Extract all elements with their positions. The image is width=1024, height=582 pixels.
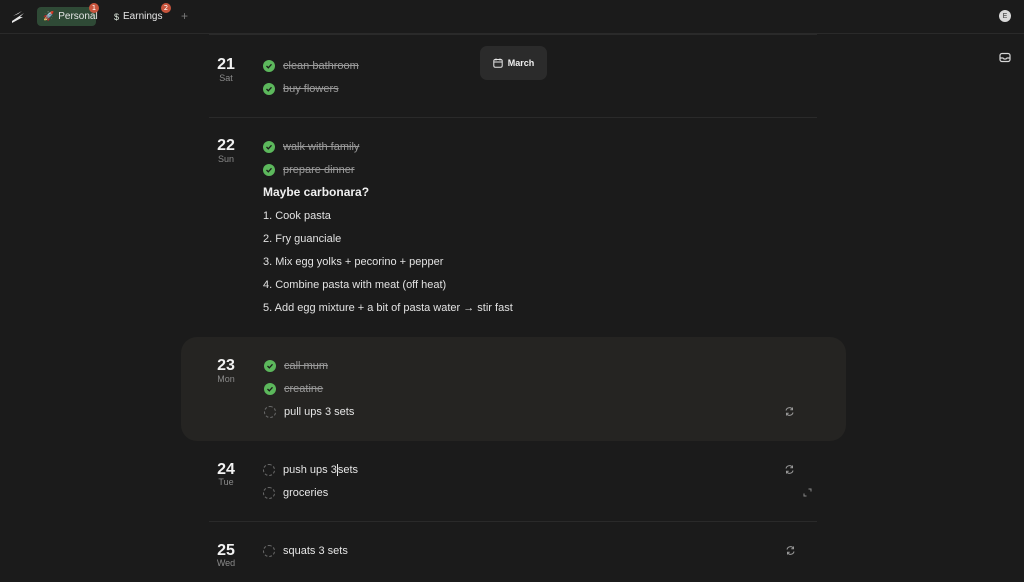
note-list-item[interactable]: 4. Combine pasta with meat (off heat) — [263, 279, 446, 291]
note-list-item[interactable]: 3. Mix egg yolks + pecorino + pepper — [263, 256, 443, 268]
dollar-icon: $ — [114, 11, 120, 22]
tab-personal[interactable]: 🚀 Personal 1 — [37, 3, 99, 26]
tab-earnings[interactable]: $ Earnings 2 — [108, 3, 171, 26]
day-name: Wed — [216, 558, 236, 568]
task-text: walk with family — [283, 141, 360, 153]
day-divider — [209, 521, 817, 522]
checkmark-icon[interactable] — [264, 383, 276, 395]
app-logo-icon[interactable] — [9, 8, 27, 26]
calendar-icon — [493, 58, 503, 68]
task-item[interactable]: groceries — [263, 485, 328, 501]
note-heading[interactable]: Maybe carbonara? — [263, 185, 369, 199]
empty-circle-icon[interactable] — [264, 406, 276, 418]
task-text: prepare dinner — [283, 164, 355, 176]
top-bar: 🚀 Personal 1 $ Earnings 2 + E — [0, 0, 1024, 34]
task-text-input[interactable]: push ups 3sets — [283, 463, 359, 477]
empty-circle-icon[interactable] — [263, 464, 275, 476]
rocket-icon: 🚀 — [43, 11, 55, 21]
empty-circle-icon[interactable] — [263, 487, 275, 499]
day-name: Sat — [219, 73, 233, 83]
day-divider — [209, 117, 817, 118]
repeat-icon[interactable] — [784, 464, 795, 475]
day-number: 25 — [217, 542, 235, 559]
note-list-item[interactable]: 2. Fry guanciale — [263, 233, 341, 245]
checkmark-icon[interactable] — [263, 164, 275, 176]
avatar[interactable]: E — [999, 10, 1011, 22]
task-item[interactable]: clean bathroom — [263, 58, 359, 74]
task-item[interactable]: push ups 3sets — [263, 462, 358, 478]
task-item[interactable]: squats 3 sets — [263, 543, 348, 559]
repeat-icon[interactable] — [784, 406, 795, 417]
checkmark-icon[interactable] — [263, 83, 275, 95]
tab-label: Earnings — [123, 11, 163, 22]
task-text: clean bathroom — [283, 60, 359, 72]
checkmark-icon[interactable] — [263, 60, 275, 72]
task-text-before-cursor: push ups 3 — [283, 463, 337, 476]
task-text-after-cursor: sets — [337, 463, 359, 476]
repeat-icon[interactable] — [785, 545, 796, 556]
note-list-item[interactable]: 1. Cook pasta — [263, 210, 331, 222]
note-list-item[interactable]: 5. Add egg mixture + a bit of pasta wate… — [263, 302, 513, 314]
empty-circle-icon[interactable] — [263, 545, 275, 557]
task-text: groceries — [283, 487, 329, 499]
task-item[interactable]: call mum — [264, 358, 328, 374]
task-item[interactable]: prepare dinner — [263, 162, 355, 178]
task-item[interactable]: creatine — [264, 381, 323, 397]
task-item[interactable]: buy flowers — [263, 81, 339, 97]
task-text: creatine — [284, 383, 324, 395]
day-name: Mon — [217, 374, 235, 384]
task-item[interactable]: walk with family — [263, 139, 359, 155]
day-name: Tue — [218, 477, 234, 487]
day-number: 21 — [217, 56, 235, 73]
day-number: 22 — [217, 137, 235, 154]
month-label: March — [507, 58, 535, 68]
task-item[interactable]: pull ups 3 sets — [264, 404, 354, 420]
notification-badge: 2 — [161, 3, 171, 13]
day-number: 24 — [217, 461, 235, 478]
expand-icon[interactable] — [803, 488, 812, 497]
notification-badge: 1 — [89, 3, 99, 13]
day-divider — [209, 34, 817, 35]
task-text: pull ups 3 sets — [284, 406, 355, 418]
task-text: buy flowers — [283, 83, 339, 95]
day-number: 23 — [217, 357, 235, 374]
inbox-icon[interactable] — [999, 52, 1011, 63]
add-tab-button[interactable]: + — [181, 9, 188, 23]
checkmark-icon[interactable] — [263, 141, 275, 153]
month-button[interactable]: March — [480, 46, 547, 80]
task-text: call mum — [284, 360, 329, 372]
checkmark-icon[interactable] — [264, 360, 276, 372]
day-name: Sun — [217, 154, 234, 164]
task-text: squats 3 sets — [283, 545, 348, 557]
